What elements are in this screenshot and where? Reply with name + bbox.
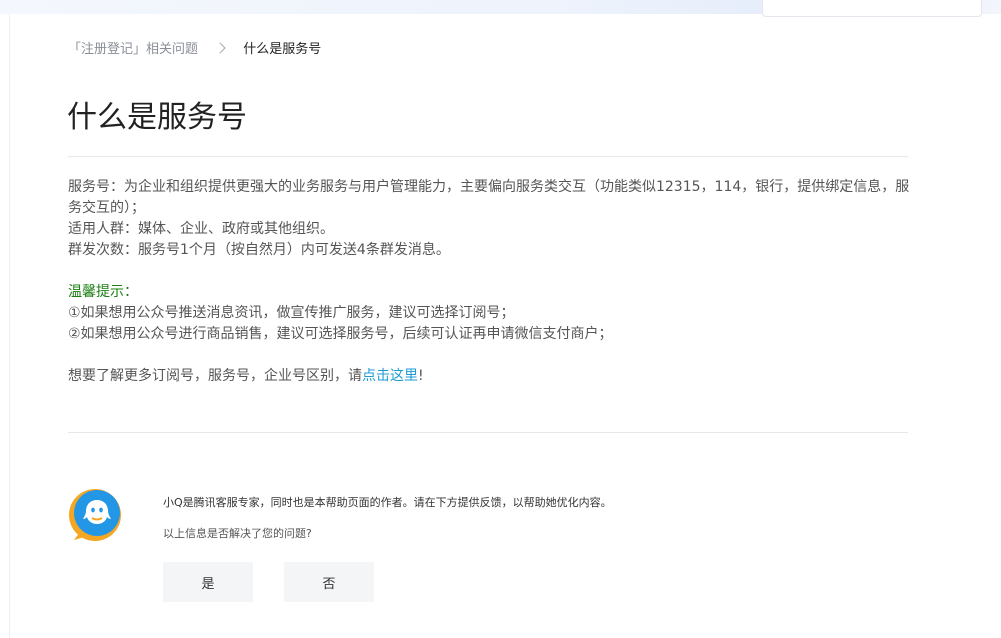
left-border (9, 14, 10, 638)
breadcrumb-current: 什么是服务号 (243, 42, 322, 57)
more-info-suffix: ! (418, 368, 424, 384)
service-account-definition: 服务号：为企业和组织提供更强大的业务服务与用户管理能力，主要偏向服务类交互（功能… (68, 179, 910, 216)
tip-item-2: ②如果想用公众号进行商品销售，建议可选择服务号，后续可认证再申请微信支付商户； (68, 326, 613, 342)
feedback-question: 以上信息是否解决了您的问题? (163, 527, 312, 540)
breadcrumb: 「注册登记」相关问题 什么是服务号 (68, 42, 321, 58)
xiaoq-avatar-icon (69, 489, 121, 541)
title-divider (68, 156, 908, 157)
article-body: 服务号：为企业和组织提供更强大的业务服务与用户管理能力，主要偏向服务类交互（功能… (68, 177, 910, 387)
more-info-text: 想要了解更多订阅号，服务号，企业号区别，请 (68, 368, 362, 384)
yes-button[interactable]: 是 (163, 562, 253, 602)
click-here-link[interactable]: 点击这里 (362, 368, 418, 384)
tip-item-1: ①如果想用公众号推送消息资讯，做宣传推广服务，建议可选择订阅号； (68, 305, 515, 321)
author-note: 小Q是腾讯客服专家，同时也是本帮助页面的作者。请在下方提供反馈，以帮助她优化内容… (163, 496, 612, 509)
content-divider (68, 432, 908, 433)
search-box[interactable] (762, 0, 982, 17)
page-title: 什么是服务号 (67, 100, 247, 135)
breadcrumb-parent-link[interactable]: 「注册登记」相关问题 (68, 42, 198, 57)
more-info-line: 想要了解更多订阅号，服务号，企业号区别，请点击这里! (68, 366, 910, 387)
top-header-bar (0, 0, 1001, 17)
tip-heading: 温馨提示： (68, 284, 138, 300)
no-button[interactable]: 否 (284, 562, 374, 602)
chevron-right-icon (214, 42, 226, 54)
target-audience: 适用人群：媒体、企业、政府或其他组织。 (68, 221, 334, 237)
broadcast-limit: 群发次数：服务号1个月（按自然月）内可发送4条群发消息。 (68, 242, 450, 258)
